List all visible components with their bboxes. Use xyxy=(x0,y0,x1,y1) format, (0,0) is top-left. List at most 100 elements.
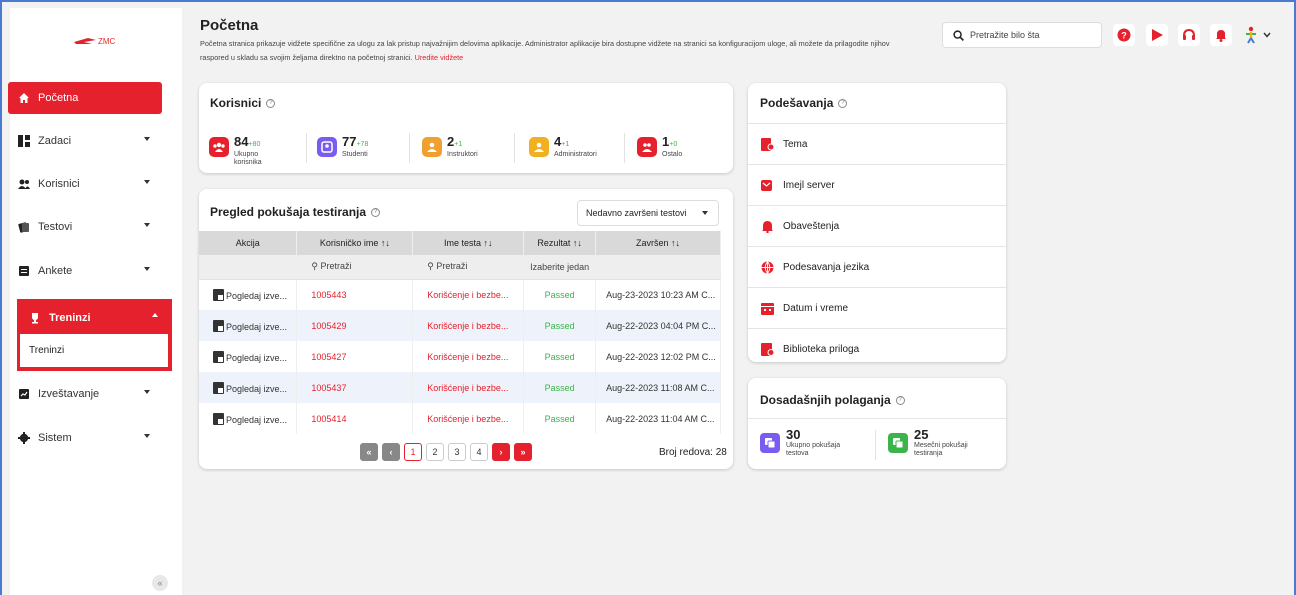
test-name-cell[interactable]: Korišćenje i bezbe... xyxy=(412,341,525,372)
column-header-username[interactable]: Korisničko ime ↑↓ xyxy=(296,231,414,255)
sidebar-collapse-button[interactable]: « xyxy=(152,575,168,591)
chevron-down-icon xyxy=(144,223,150,227)
help-button[interactable]: ? xyxy=(1113,24,1135,46)
report-icon xyxy=(213,381,224,394)
play-icon xyxy=(1152,29,1163,41)
page-1-button[interactable]: 1 xyxy=(404,443,422,461)
view-report-label: Pogledaj izve... xyxy=(226,321,288,332)
sidebar-item-label: Sistem xyxy=(38,432,72,444)
library-icon xyxy=(760,342,774,356)
search-placeholder: Pretraži xyxy=(320,261,352,272)
monthly-attempts-icon xyxy=(888,433,908,453)
view-report-link[interactable]: Pogledaj izve... xyxy=(199,372,298,403)
settings-item-obavestenja[interactable]: Obaveštenja xyxy=(748,205,1006,246)
sidebar-item-zadaci[interactable]: Zadaci xyxy=(8,125,162,157)
global-search-input[interactable]: Pretražite bilo šta xyxy=(942,22,1102,48)
view-report-label: Pogledaj izve... xyxy=(226,414,288,425)
table-header-row: Akcija Korisničko ime ↑↓ Ime testa ↑↓ Re… xyxy=(199,231,721,255)
video-button[interactable] xyxy=(1146,24,1168,46)
settings-card-title: Podešavanja ? xyxy=(760,96,848,110)
chevron-down-icon xyxy=(1263,32,1271,38)
attempts-filter-dropdown[interactable]: Nedavno završeni testovi xyxy=(577,200,719,226)
mail-server-icon xyxy=(760,178,774,192)
stat-monthly-attempts[interactable]: 25 Mesečni pokušaji testiranja xyxy=(888,427,978,458)
column-header-completed[interactable]: Završen ↑↓ xyxy=(595,231,721,255)
settings-item-label: Imejl server xyxy=(783,179,835,191)
settings-item-datum-vreme[interactable]: Datum i vreme xyxy=(748,287,1006,328)
settings-item-jezik[interactable]: Podesavanja jezika xyxy=(748,246,1006,287)
result-select[interactable]: Izaberite jedan xyxy=(523,255,597,280)
pagination: « ‹ 1 2 3 4 › » xyxy=(360,443,532,461)
svg-text:?: ? xyxy=(1121,31,1127,41)
test-name-search-input[interactable]: ⚲ Pretraži xyxy=(412,255,525,280)
logo[interactable]: ZMC xyxy=(74,36,115,46)
help-icon[interactable]: ? xyxy=(895,395,905,405)
view-report-link[interactable]: Pogledaj izve... xyxy=(199,279,298,310)
settings-item-tema[interactable]: Tema xyxy=(748,123,1006,164)
sidebar-item-izvestavanje[interactable]: Izveštavanje xyxy=(8,378,162,410)
sidebar-subitem-treninzi[interactable]: Treninzi xyxy=(18,334,170,369)
edit-widgets-link[interactable]: Uredite vidžete xyxy=(415,53,464,62)
exams-card-title-text: Dosadašnjih polaganja xyxy=(760,393,891,407)
username-cell[interactable]: 1005437 xyxy=(296,372,414,403)
view-report-link[interactable]: Pogledaj izve... xyxy=(199,310,298,341)
sidebar-item-testovi[interactable]: Testovi xyxy=(8,211,162,243)
stat-total-attempts[interactable]: 30 Ukupno pokušaja testova xyxy=(760,427,850,458)
column-header-result[interactable]: Rezultat ↑↓ xyxy=(523,231,597,255)
sidebar-item-treninzi[interactable]: Treninzi xyxy=(19,301,170,334)
help-icon[interactable]: ? xyxy=(371,207,381,217)
divider xyxy=(875,430,876,460)
exams-card: Dosadašnjih polaganja ? 30 Ukupno pokušaj… xyxy=(748,378,1006,469)
theme-icon xyxy=(760,137,774,151)
help-icon[interactable]: ? xyxy=(838,98,848,108)
settings-item-imejl-server[interactable]: Imejl server xyxy=(748,164,1006,205)
support-button[interactable] xyxy=(1178,24,1200,46)
column-header-test-name[interactable]: Ime testa ↑↓ xyxy=(412,231,525,255)
trophy-icon xyxy=(29,312,41,324)
test-name-cell[interactable]: Korišćenje i bezbe... xyxy=(412,310,525,341)
page-4-button[interactable]: 4 xyxy=(470,443,488,461)
notifications-button[interactable] xyxy=(1210,24,1232,46)
calendar-icon xyxy=(760,301,774,315)
view-report-link[interactable]: Pogledaj izve... xyxy=(199,341,298,372)
test-name-cell[interactable]: Korišćenje i bezbe... xyxy=(412,372,525,403)
stat-label: Mesečni pokušaji testiranja xyxy=(914,442,968,457)
view-report-link[interactable]: Pogledaj izve... xyxy=(199,403,298,434)
chevron-down-icon xyxy=(144,267,150,271)
page-2-button[interactable]: 2 xyxy=(426,443,444,461)
settings-item-biblioteka[interactable]: Biblioteka priloga xyxy=(748,328,1006,362)
username-cell[interactable]: 1005427 xyxy=(296,341,414,372)
bell-icon xyxy=(760,219,774,233)
settings-item-label: Podesavanja jezika xyxy=(783,261,870,273)
chevron-down-icon xyxy=(144,180,150,184)
completed-cell: Aug-22-2023 12:02 PM C... xyxy=(595,341,721,372)
test-name-cell[interactable]: Korišćenje i bezbe... xyxy=(412,279,525,310)
username-search-input[interactable]: ⚲ Pretraži xyxy=(296,255,414,280)
next-page-button[interactable]: › xyxy=(492,443,510,461)
username-cell[interactable]: 1005429 xyxy=(296,310,414,341)
view-report-label: Pogledaj izve... xyxy=(226,352,288,363)
headset-icon xyxy=(1183,28,1195,40)
last-page-button[interactable]: » xyxy=(514,443,532,461)
settings-item-label: Obaveštenja xyxy=(783,220,840,232)
test-name-cell[interactable]: Korišćenje i bezbe... xyxy=(412,403,525,434)
sidebar-item-ankete[interactable]: Ankete xyxy=(8,255,162,287)
user-menu[interactable] xyxy=(1243,24,1279,46)
first-page-button[interactable]: « xyxy=(360,443,378,461)
prev-page-button[interactable]: ‹ xyxy=(382,443,400,461)
search-icon: ⚲ xyxy=(311,261,318,272)
sidebar-item-sistem[interactable]: Sistem xyxy=(8,422,162,454)
sidebar-item-pocetna[interactable]: Početna xyxy=(8,82,162,114)
sidebar-item-korisnici[interactable]: Korisnici xyxy=(8,168,162,200)
logo-mark-icon xyxy=(74,38,96,44)
page-3-button[interactable]: 3 xyxy=(448,443,466,461)
test-attempts-card: Pregled pokušaja testiranja ? Nedavno za… xyxy=(199,189,733,469)
gear-icon xyxy=(18,432,30,444)
result-cell: Passed xyxy=(523,341,597,372)
stat-value: 25 xyxy=(914,427,929,442)
page-title: Početna xyxy=(200,17,259,34)
table-row: Pogledaj izve... 1005427 Korišćenje i be… xyxy=(199,341,721,372)
username-cell[interactable]: 1005414 xyxy=(296,403,414,434)
stat-label: Ukupno pokušaja testova xyxy=(786,442,841,457)
username-cell[interactable]: 1005443 xyxy=(296,279,414,310)
